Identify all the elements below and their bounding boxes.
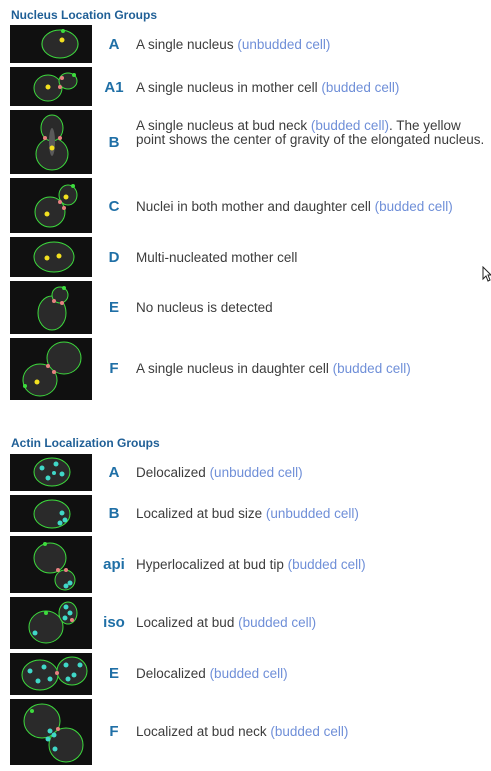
- cell-micrograph-icon: [34, 184, 78, 228]
- nucleus-row-f: F A single nucleus in daughter cell (bud…: [10, 338, 488, 400]
- actin-row-a: A Delocalized (unbudded cell): [10, 454, 488, 491]
- group-code: F: [109, 360, 119, 377]
- group-code: F: [109, 723, 119, 740]
- cell-image: [10, 536, 92, 593]
- group-description: Multi-nucleated mother cell: [136, 251, 488, 265]
- description-note: (budded cell): [238, 615, 317, 630]
- cell-micrograph-icon: [21, 656, 88, 691]
- group-code: A: [108, 36, 120, 53]
- cell-micrograph-icon: [35, 114, 69, 171]
- cell-image: [10, 67, 92, 106]
- group-description: Nuclei in both mother and daughter cell …: [136, 200, 488, 214]
- description-text: A single nucleus at bud neck: [136, 118, 308, 133]
- cell-micrograph-icon: [23, 703, 84, 763]
- cell-image: [10, 338, 92, 400]
- nucleus-row-c: C Nuclei in both mother and daughter cel…: [10, 178, 488, 233]
- group-description: A single nucleus at bud neck (budded cel…: [136, 119, 488, 147]
- group-code: C: [108, 198, 120, 215]
- cell-image: [10, 237, 92, 277]
- cell-image: [10, 25, 92, 63]
- cell-micrograph-icon: [33, 457, 71, 487]
- description-note: (budded cell): [270, 724, 349, 739]
- cell-image: [10, 597, 92, 649]
- actin-row-b: B Localized at bud size (unbudded cell): [10, 495, 488, 532]
- cell-micrograph-icon: [33, 72, 78, 102]
- group-code: A1: [104, 79, 124, 96]
- group-code: B: [108, 505, 120, 522]
- group-description: Delocalized (unbudded cell): [136, 466, 488, 480]
- mouse-pointer-icon: [482, 265, 491, 287]
- description-text: Localized at bud size: [136, 506, 263, 521]
- description-text: A single nucleus: [136, 37, 234, 52]
- group-code: D: [108, 249, 120, 266]
- description-note: (budded cell): [374, 199, 453, 214]
- cell-image: [10, 495, 92, 532]
- group-description: No nucleus is detected: [136, 301, 488, 315]
- cell-image: [10, 178, 92, 233]
- group-code: E: [108, 665, 119, 682]
- group-description: A single nucleus in mother cell (budded …: [136, 81, 488, 95]
- description-text: Delocalized: [136, 465, 206, 480]
- nucleus-row-e: E No nucleus is detected: [10, 281, 488, 334]
- description-note: (budded cell): [332, 361, 411, 376]
- description-note: (budded cell): [287, 557, 366, 572]
- cell-micrograph-icon: [41, 29, 79, 59]
- description-note: (unbudded cell): [265, 506, 359, 521]
- description-note: (budded cell): [209, 666, 288, 681]
- group-description: Hyperlocalized at bud tip (budded cell): [136, 558, 488, 572]
- group-code: iso: [103, 614, 125, 631]
- cell-image: [10, 281, 92, 334]
- description-note: (unbudded cell): [209, 465, 303, 480]
- nucleus-row-a: A A single nucleus (unbudded cell): [10, 25, 488, 63]
- description-text: A single nucleus in daughter cell: [136, 361, 329, 376]
- group-description: Localized at bud size (unbudded cell): [136, 507, 488, 521]
- nucleus-row-b: B A single nucleus at bud neck (budded c…: [10, 110, 488, 174]
- description-text: Hyperlocalized at bud tip: [136, 557, 284, 572]
- actin-row-f: F Localized at bud neck (budded cell): [10, 699, 488, 765]
- nucleus-section-title: Nucleus Location Groups: [11, 8, 158, 22]
- group-description: Localized at bud (budded cell): [136, 616, 488, 630]
- group-description: A single nucleus (unbudded cell): [136, 38, 488, 52]
- cell-micrograph-icon: [33, 542, 76, 591]
- group-description: Localized at bud neck (budded cell): [136, 725, 488, 739]
- group-code: api: [103, 556, 125, 573]
- cell-micrograph-icon: [33, 499, 71, 529]
- actin-section-title: Actin Localization Groups: [11, 436, 160, 450]
- description-text: Nuclei in both mother and daughter cell: [136, 199, 371, 214]
- description-text: Localized at bud neck: [136, 724, 267, 739]
- cell-image: [10, 454, 92, 491]
- description-note: (budded cell): [321, 80, 400, 95]
- actin-row-e: E Delocalized (budded cell): [10, 653, 488, 695]
- group-description: A single nucleus in daughter cell (budde…: [136, 362, 488, 376]
- group-code: A: [108, 464, 120, 481]
- description-text: Delocalized: [136, 666, 206, 681]
- description-text: A single nucleus in mother cell: [136, 80, 318, 95]
- description-text: Multi-nucleated mother cell: [136, 250, 298, 265]
- nucleus-row-d: D Multi-nucleated mother cell: [10, 237, 488, 277]
- cell-micrograph-icon: [37, 286, 69, 331]
- description-note: (budded cell): [310, 118, 389, 133]
- cell-micrograph-icon: [33, 241, 75, 273]
- cell-image: [10, 699, 92, 765]
- nucleus-row-a1: A1 A single nucleus in mother cell (budd…: [10, 67, 488, 106]
- cell-image: [10, 110, 92, 174]
- description-text: Localized at bud: [136, 615, 235, 630]
- cell-image: [10, 653, 92, 695]
- actin-row-api: api Hyperlocalized at bud tip (budded ce…: [10, 536, 488, 593]
- actin-row-iso: iso Localized at bud (budded cell): [10, 597, 488, 649]
- group-description: Delocalized (budded cell): [136, 667, 488, 681]
- cell-micrograph-icon: [22, 341, 82, 397]
- group-code: B: [108, 134, 120, 151]
- group-code: E: [108, 299, 119, 316]
- description-note: (unbudded cell): [237, 37, 331, 52]
- cell-micrograph-icon: [28, 601, 78, 644]
- description-text: No nucleus is detected: [136, 300, 273, 315]
